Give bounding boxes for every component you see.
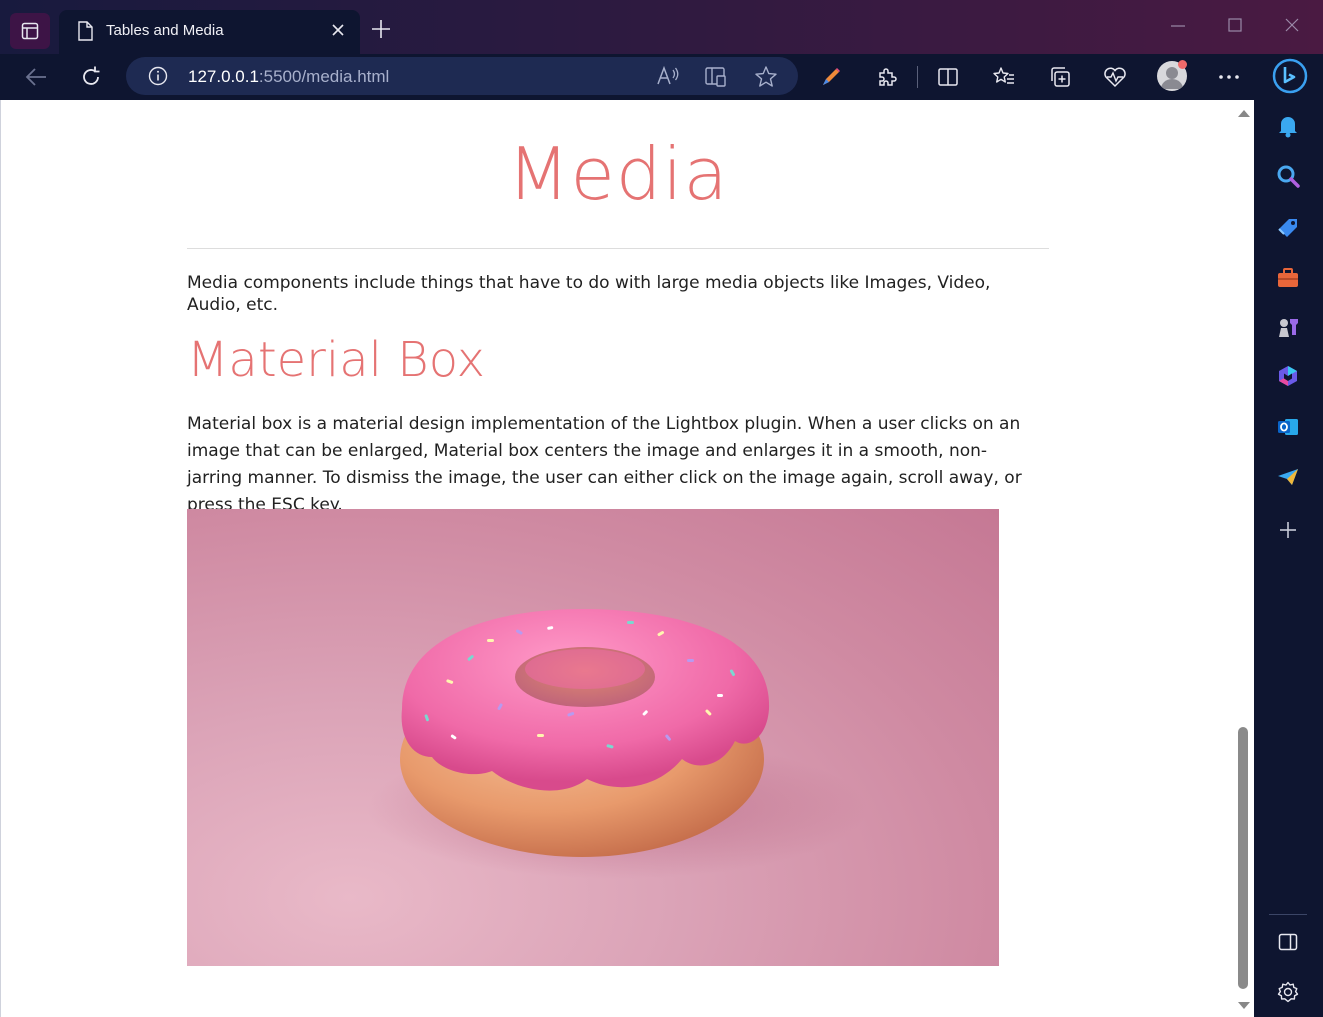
section-description: Material box is a material design implem… bbox=[187, 414, 1022, 515]
tab-actions-button[interactable] bbox=[10, 13, 50, 49]
sidebar-telegram[interactable] bbox=[1274, 463, 1302, 491]
shopping-tag-icon bbox=[1278, 219, 1297, 237]
active-tab[interactable]: Tables and Media bbox=[59, 10, 360, 54]
health-icon bbox=[1104, 67, 1126, 88]
url-text: 127.0.0.1:5500/media.html bbox=[188, 67, 389, 87]
toolbar-separator bbox=[917, 66, 918, 88]
url-host: 127.0.0.1 bbox=[188, 67, 259, 86]
tools-icon bbox=[1278, 268, 1298, 287]
new-tab-icon[interactable] bbox=[370, 18, 392, 40]
sidebar-settings[interactable] bbox=[1274, 978, 1302, 1006]
sidebar-search[interactable] bbox=[1274, 162, 1302, 190]
maximize-icon[interactable] bbox=[1227, 16, 1243, 36]
bell-icon bbox=[1279, 117, 1297, 138]
collections-icon bbox=[1051, 67, 1070, 87]
collections-button[interactable] bbox=[1047, 64, 1073, 90]
favorite-star-icon[interactable] bbox=[754, 65, 778, 89]
read-aloud-icon[interactable] bbox=[656, 66, 680, 86]
favorites-icon bbox=[993, 67, 1014, 84]
scroll-up-arrow-icon[interactable] bbox=[1238, 110, 1250, 117]
tab-title: Tables and Media bbox=[106, 22, 224, 39]
section-heading: Material Box bbox=[187, 332, 485, 388]
refresh-button[interactable] bbox=[78, 64, 104, 90]
edge-sidebar bbox=[1254, 100, 1323, 1017]
pen-icon bbox=[823, 68, 840, 85]
sidebar-microsoft365[interactable] bbox=[1274, 362, 1302, 390]
copilot-button[interactable] bbox=[1272, 58, 1308, 94]
minimize-icon[interactable] bbox=[1170, 16, 1186, 36]
app-available-icon[interactable] bbox=[704, 66, 728, 88]
sidebar-divider bbox=[1269, 914, 1307, 915]
scrollbar-thumb[interactable] bbox=[1238, 727, 1248, 989]
sidebar-add[interactable] bbox=[1274, 516, 1302, 544]
tab-actions-icon bbox=[21, 22, 39, 40]
sidebar-toggle[interactable] bbox=[1274, 928, 1302, 956]
intro-paragraph: Media components include things that hav… bbox=[187, 273, 991, 315]
sidebar-notifications[interactable] bbox=[1274, 112, 1302, 140]
m365-icon bbox=[1279, 366, 1297, 386]
browser-toolbar: 127.0.0.1:5500/media.html bbox=[0, 54, 1323, 100]
title-bar: Tables and Media bbox=[0, 0, 1323, 54]
favorites-button[interactable] bbox=[991, 64, 1017, 90]
notification-dot bbox=[1178, 60, 1187, 69]
sidebar-outlook[interactable] bbox=[1274, 413, 1302, 441]
info-icon[interactable] bbox=[148, 66, 168, 86]
scroll-down-arrow-icon[interactable] bbox=[1238, 1002, 1250, 1009]
split-screen-button[interactable] bbox=[935, 64, 961, 90]
copilot-icon bbox=[1272, 58, 1308, 94]
back-button[interactable] bbox=[23, 64, 49, 90]
games-icon bbox=[1279, 319, 1298, 337]
browser-essentials-button[interactable] bbox=[1102, 64, 1128, 90]
refresh-icon bbox=[83, 66, 100, 85]
sidebar-toggle-icon bbox=[1278, 933, 1298, 951]
back-icon bbox=[25, 68, 46, 86]
page-scrollbar[interactable] bbox=[1232, 100, 1254, 1017]
close-tab-icon[interactable] bbox=[331, 23, 345, 37]
more-button[interactable] bbox=[1216, 64, 1242, 90]
telegram-icon bbox=[1278, 469, 1298, 485]
page-viewport: Media Media components include things th… bbox=[0, 100, 1254, 1017]
split-screen-icon bbox=[938, 68, 958, 86]
add-icon bbox=[1280, 522, 1296, 538]
search-icon bbox=[1277, 165, 1300, 188]
extensions-icon bbox=[879, 68, 897, 86]
pen-button[interactable] bbox=[818, 64, 844, 90]
page-title: Media bbox=[507, 132, 729, 216]
outlook-icon bbox=[1278, 419, 1298, 435]
url-path: :5500/media.html bbox=[258, 67, 390, 86]
more-icon bbox=[1219, 75, 1239, 79]
sidebar-games[interactable] bbox=[1274, 313, 1302, 341]
settings-icon bbox=[1277, 981, 1299, 1003]
sidebar-tools[interactable] bbox=[1274, 264, 1302, 292]
close-window-icon[interactable] bbox=[1284, 16, 1300, 36]
title-divider bbox=[187, 248, 1049, 249]
donut-picture bbox=[367, 609, 867, 879]
materialbox-image[interactable] bbox=[187, 509, 999, 966]
address-bar[interactable]: 127.0.0.1:5500/media.html bbox=[126, 57, 798, 95]
extensions-button[interactable] bbox=[874, 64, 900, 90]
sidebar-shopping[interactable] bbox=[1274, 214, 1302, 242]
page-icon bbox=[78, 21, 93, 41]
